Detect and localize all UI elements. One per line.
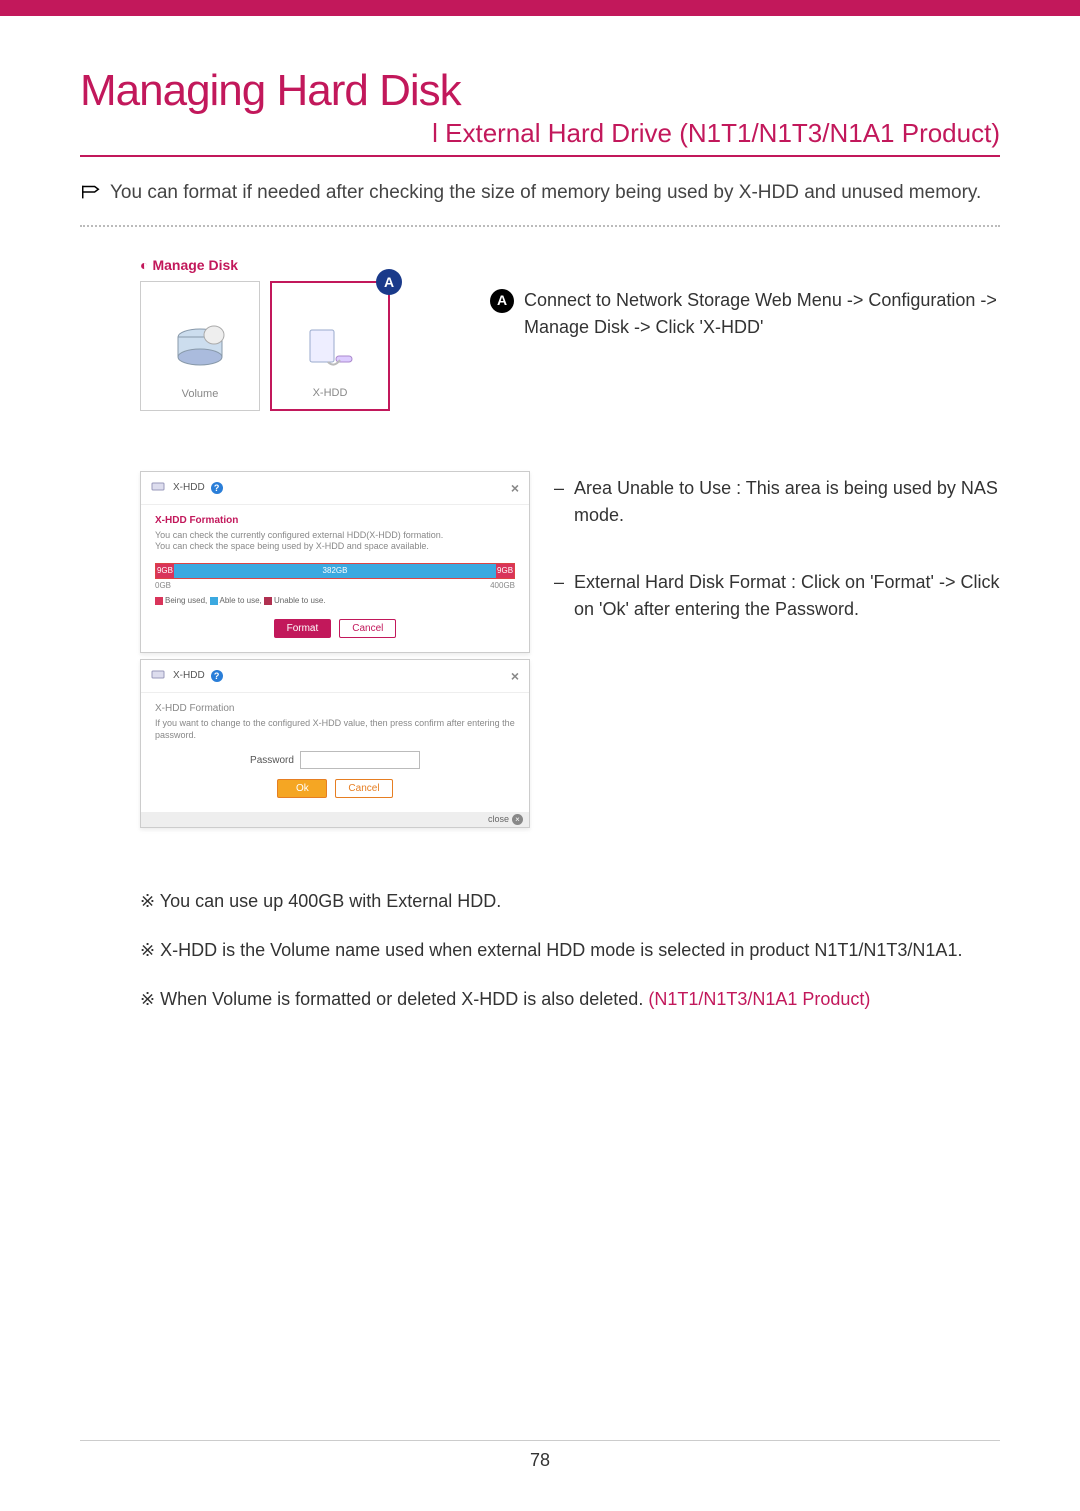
- dialog2-footer: close×: [141, 812, 529, 827]
- page-content: Managing Hard Disk l External Hard Drive…: [0, 16, 1080, 1511]
- dialog-stack: X-HDD ? × X-HDD Formation You can check …: [140, 471, 530, 829]
- format-instruction: – External Hard Disk Format : Click on '…: [550, 569, 1000, 623]
- volume-icon: [170, 325, 230, 378]
- scale-max: 400GB: [490, 581, 515, 590]
- dialog2-header: X-HDD ? ×: [141, 660, 529, 693]
- password-input[interactable]: [300, 751, 420, 769]
- legend-square-unable-icon: [264, 597, 272, 605]
- title-block: Managing Hard Disk l External Hard Drive…: [80, 66, 1000, 157]
- close-circle-icon[interactable]: ×: [512, 814, 523, 825]
- note-3-prefix: ※ When Volume is formatted or deleted X-…: [140, 989, 648, 1009]
- manage-disk-figure: ◐Manage Disk Volume A X-HDD: [140, 257, 460, 411]
- format-button[interactable]: Format: [274, 619, 332, 638]
- intro-text: You can format if needed after checking …: [110, 179, 981, 207]
- close-icon[interactable]: ×: [511, 668, 519, 684]
- hdd-icon: [151, 480, 167, 495]
- close-icon[interactable]: ×: [511, 480, 519, 496]
- format-instruction-text: External Hard Disk Format : Click on 'Fo…: [574, 569, 1000, 623]
- area-unable-text: Area Unable to Use : This area is being …: [574, 475, 1000, 529]
- page-number: 78: [0, 1450, 1080, 1471]
- dialog1-body: X-HDD Formation You can check the curren…: [141, 505, 529, 652]
- hdd-icon: [151, 668, 167, 683]
- bar-segment-able: 382GB: [174, 564, 496, 578]
- legend-unable: Unable to use.: [274, 596, 326, 605]
- step-a-circle-icon: A: [490, 289, 514, 313]
- legend-square-used-icon: [155, 597, 163, 605]
- xhdd-formation-dialog: X-HDD ? × X-HDD Formation You can check …: [140, 471, 530, 653]
- page-subtitle: l External Hard Drive (N1T1/N1T3/N1A1 Pr…: [432, 118, 1000, 148]
- pointing-hand-icon: [80, 181, 102, 203]
- xhdd-password-dialog: X-HDD ? × X-HDD Formation If you want to…: [140, 659, 530, 828]
- page-title: Managing Hard Disk: [80, 66, 1000, 116]
- top-accent-bar: [0, 0, 1080, 16]
- area-unable-info: – Area Unable to Use : This area is bein…: [550, 475, 1000, 529]
- ok-button[interactable]: Ok: [277, 779, 327, 798]
- dialog1-header: X-HDD ? ×: [141, 472, 529, 505]
- bar-segment-used: 9GB: [156, 564, 174, 578]
- manage-disk-cards: Volume A X-HDD: [140, 281, 460, 411]
- footer-rule: [80, 1440, 1000, 1441]
- instruction-column: A Connect to Network Storage Web Menu ->…: [490, 257, 1000, 411]
- dialog1-section-title: X-HDD Formation: [155, 515, 515, 526]
- manage-disk-heading: ◐Manage Disk: [140, 257, 460, 273]
- dialog2-description: If you want to change to the configured …: [155, 718, 515, 741]
- dialog1-description: You can check the currently configured e…: [155, 530, 515, 553]
- note-3: ※ When Volume is formatted or deleted X-…: [140, 986, 1000, 1013]
- bullet-icon: ◐: [140, 257, 148, 273]
- manage-disk-label: Manage Disk: [152, 257, 238, 273]
- usage-scale: 0GB 400GB: [155, 581, 515, 590]
- password-row: Password: [155, 751, 515, 769]
- dialog2-title: X-HDD: [173, 670, 205, 681]
- password-label: Password: [250, 755, 294, 766]
- scale-min: 0GB: [155, 581, 171, 590]
- usage-legend: Being used, Able to use, Unable to use.: [155, 596, 515, 605]
- dialog1-title: X-HDD: [173, 482, 205, 493]
- legend-able: Able to use,: [220, 596, 262, 605]
- step-a-text: Connect to Network Storage Web Menu -> C…: [524, 287, 1000, 341]
- xhdd-card[interactable]: A X-HDD: [270, 281, 390, 411]
- usage-bar: 9GB 382GB 9GB: [155, 563, 515, 579]
- step-a-instruction: A Connect to Network Storage Web Menu ->…: [490, 287, 1000, 341]
- volume-card-label: Volume: [182, 388, 219, 400]
- bar-segment-unable: 9GB: [496, 564, 514, 578]
- legend-square-able-icon: [210, 597, 218, 605]
- cancel-button[interactable]: Cancel: [339, 619, 396, 638]
- close-label[interactable]: close: [488, 814, 509, 824]
- step-a-badge: A: [376, 269, 402, 295]
- dialog-area: X-HDD ? × X-HDD Formation You can check …: [80, 471, 1000, 829]
- dialog2-body: X-HDD Formation If you want to change to…: [141, 693, 529, 812]
- cancel-button[interactable]: Cancel: [335, 779, 392, 798]
- dash-icon: –: [550, 569, 564, 623]
- legend-used: Being used,: [165, 596, 207, 605]
- intro-paragraph: You can format if needed after checking …: [80, 179, 1000, 207]
- figure-row: ◐Manage Disk Volume A X-HDD: [80, 257, 1000, 411]
- dialog2-section-title: X-HDD Formation: [155, 703, 515, 714]
- footnotes: ※ You can use up 400GB with External HDD…: [80, 888, 1000, 1013]
- help-icon[interactable]: ?: [211, 670, 223, 682]
- subtitle-row: l External Hard Drive (N1T1/N1T3/N1A1 Pr…: [80, 118, 1000, 157]
- xhdd-icon: [300, 324, 360, 377]
- help-icon[interactable]: ?: [211, 482, 223, 494]
- note-1: ※ You can use up 400GB with External HDD…: [140, 888, 1000, 915]
- xhdd-card-label: X-HDD: [313, 387, 348, 399]
- volume-card[interactable]: Volume: [140, 281, 260, 411]
- dialog1-buttons: Format Cancel: [155, 619, 515, 638]
- right-info-column: – Area Unable to Use : This area is bein…: [550, 471, 1000, 829]
- dialog2-buttons: Ok Cancel: [155, 779, 515, 798]
- note-2: ※ X-HDD is the Volume name used when ext…: [140, 937, 1000, 964]
- dotted-separator: [80, 225, 1000, 227]
- note-3-highlight: (N1T1/N1T3/N1A1 Product): [648, 989, 870, 1009]
- dash-icon: –: [550, 475, 564, 529]
